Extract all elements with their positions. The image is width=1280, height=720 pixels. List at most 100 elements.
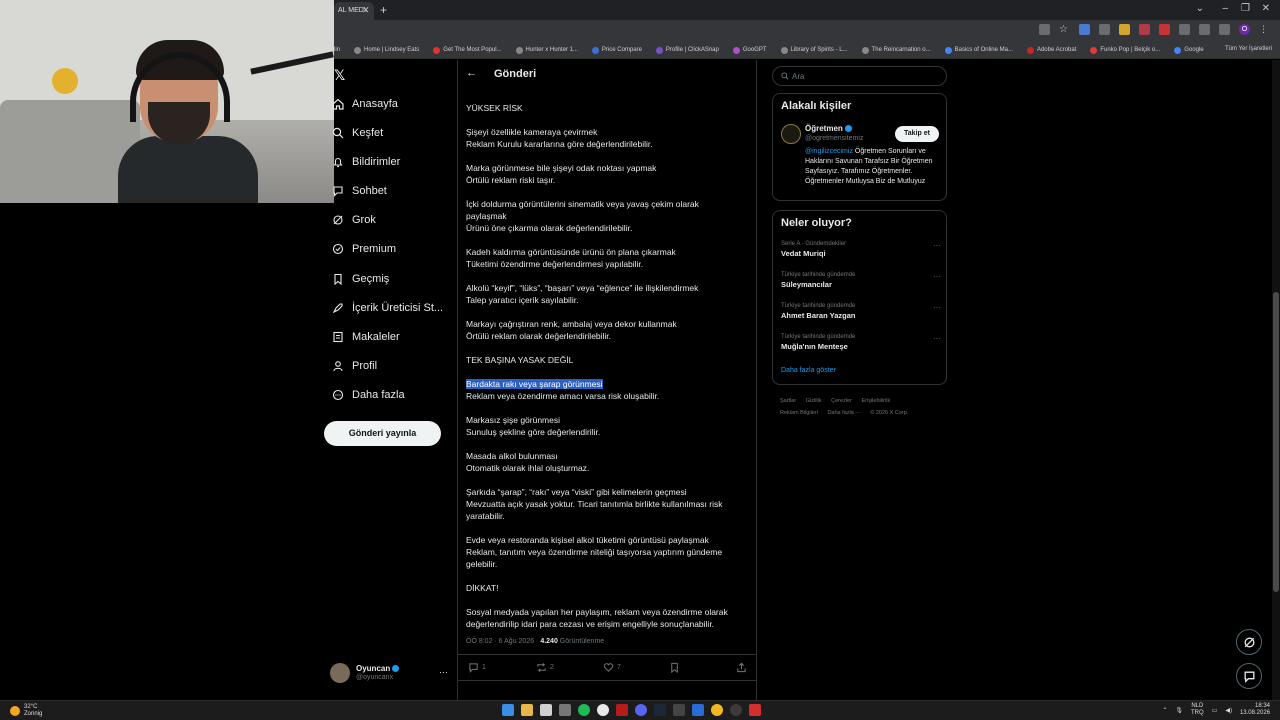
bookmark-item[interactable]: Hunter x Hunter 1... — [515, 46, 578, 54]
app-icon[interactable] — [616, 704, 628, 716]
nav-item-chat[interactable]: Sohbet — [333, 180, 387, 202]
all-bookmarks-link[interactable]: Tüm Yer İşaretleri — [1225, 46, 1272, 52]
menu-icon[interactable]: ⋮ — [1259, 24, 1270, 35]
download-icon[interactable] — [1219, 24, 1230, 35]
extension-icon[interactable] — [1139, 24, 1150, 35]
extensions-puzzle-icon[interactable] — [1179, 24, 1190, 35]
post-timestamp[interactable]: ÖÖ 8:02 · 6 Ağu 2026 · — [466, 638, 540, 645]
post-text-line-selected[interactable]: Bardakta rakı veya şarap görünmesi — [466, 378, 603, 390]
app-icon[interactable] — [692, 704, 704, 716]
address-bar[interactable]: ☆ O ⋮ — [334, 20, 1280, 42]
nav-item-more[interactable]: Daha fazla — [332, 384, 405, 406]
reply-button[interactable]: 1 — [468, 662, 486, 673]
search-input[interactable]: Ara — [772, 66, 947, 86]
bookmark-item[interactable]: Basics of Online Ma... — [944, 46, 1013, 54]
show-more-link[interactable]: Daha fazla göster — [781, 367, 836, 374]
bookmark-item[interactable]: Profile | ClickASnap — [655, 46, 719, 54]
trend-more-icon[interactable]: ··· — [933, 241, 941, 250]
close-tab-icon[interactable]: ✕ — [362, 5, 370, 16]
like-button[interactable]: 7 — [603, 662, 621, 673]
share-button[interactable] — [736, 662, 750, 673]
nav-item-creator-studio[interactable]: İçerik Üreticisi St... — [332, 297, 443, 319]
scrollbar-thumb[interactable] — [1273, 292, 1279, 592]
nav-item-profile[interactable]: Profil — [333, 355, 377, 377]
x-logo-icon[interactable]: 𝕏 — [334, 67, 345, 84]
trend-item[interactable]: Türkiye tarihinde gündemde Muğla'nın Men… — [781, 334, 941, 351]
bookmark-item[interactable]: The Reincarnation o... — [861, 46, 931, 54]
extension-icon[interactable] — [1099, 24, 1110, 35]
messages-float-button[interactable] — [1236, 663, 1262, 689]
bookmark-item[interactable]: Library of Spirits - L... — [780, 46, 848, 54]
avatar[interactable] — [781, 124, 801, 144]
browser-tab[interactable]: AL MEDY ✕ — [334, 2, 374, 20]
spotify-icon[interactable] — [578, 704, 590, 716]
nav-item-grok[interactable]: Grok — [333, 209, 376, 231]
footer-link[interactable]: Çerezler — [831, 398, 852, 404]
discord-icon[interactable] — [635, 704, 647, 716]
bookmark-button[interactable] — [669, 662, 683, 673]
weather-widget[interactable]: 32°C Zonnig — [10, 704, 42, 718]
bookmark-item[interactable]: Google — [1174, 46, 1204, 54]
clock[interactable]: 18:34 13.08.2026 — [1240, 703, 1270, 717]
app-icon[interactable] — [673, 704, 685, 716]
bookmark-item[interactable]: Funko Pop | Belçik o... — [1090, 46, 1160, 54]
obs-icon[interactable] — [730, 704, 742, 716]
network-icon[interactable]: ▭ — [1212, 707, 1218, 714]
star-icon[interactable]: ☆ — [1059, 24, 1070, 35]
footer-link[interactable]: Daha fazla ··· — [827, 410, 860, 416]
page-scrollbar[interactable] — [1272, 60, 1280, 700]
repost-button[interactable]: 2 — [536, 662, 554, 673]
footer-link[interactable]: Şartlar — [780, 398, 796, 404]
nav-item-explore[interactable]: Keşfet — [332, 122, 383, 144]
nav-item-notifications[interactable]: Bildirimler — [333, 151, 400, 173]
xbox-icon[interactable] — [597, 704, 609, 716]
trend-more-icon[interactable]: ··· — [933, 334, 941, 343]
nav-item-home[interactable]: Anasayfa — [332, 93, 398, 115]
nav-item-bookmarks[interactable]: Geçmiş — [334, 268, 389, 290]
extension-icon[interactable] — [1119, 24, 1130, 35]
footer-link[interactable]: Reklam Bilgileri — [780, 410, 818, 416]
grok-float-button[interactable] — [1236, 629, 1262, 655]
app-icon[interactable] — [749, 704, 761, 716]
bookmark-item[interactable]: Get The Most Popul... — [433, 46, 502, 54]
bookmark-item[interactable]: lin — [334, 47, 340, 53]
sidebar-icon[interactable] — [1199, 24, 1210, 35]
minimize-icon[interactable]: – — [1222, 3, 1228, 14]
trend-more-icon[interactable]: ··· — [933, 272, 941, 281]
trend-more-icon[interactable]: ··· — [933, 303, 941, 312]
bookmark-item[interactable]: GooGPT — [732, 46, 767, 54]
back-arrow-icon[interactable]: ← — [466, 67, 477, 79]
nav-item-premium[interactable]: Premium — [332, 238, 396, 260]
related-account-name[interactable]: Öğretmen — [805, 124, 852, 133]
bookmark-item[interactable]: Adobe Acrobat — [1026, 46, 1076, 54]
follow-button[interactable]: Takip et — [895, 126, 939, 142]
trend-item[interactable]: Türkiye tarihinde gündemde Süleymancılar… — [781, 272, 941, 289]
tab-search-icon[interactable]: ⌄ — [1196, 3, 1204, 14]
steam-icon[interactable] — [654, 704, 666, 716]
calendar-icon[interactable] — [559, 704, 571, 716]
file-explorer-icon[interactable] — [521, 704, 533, 716]
close-window-icon[interactable]: ✕ — [1262, 3, 1270, 14]
profile-icon[interactable]: O — [1239, 24, 1250, 35]
new-tab-icon[interactable]: + — [380, 3, 387, 17]
install-icon[interactable] — [1039, 24, 1050, 35]
account-switcher[interactable]: Oyuncan @oyuncanx ··· — [330, 661, 448, 687]
footer-link[interactable]: Gizlilik — [806, 398, 822, 404]
chrome-icon[interactable] — [711, 704, 723, 716]
language-indicator[interactable]: NLD TRQ — [1191, 703, 1204, 717]
volume-icon[interactable]: ◀) — [1225, 707, 1232, 714]
post-button[interactable]: Gönderi yayınla — [324, 421, 441, 446]
account-more-icon[interactable]: ··· — [439, 667, 448, 677]
store-icon[interactable] — [540, 704, 552, 716]
extension-icon[interactable] — [1079, 24, 1090, 35]
extension-icon[interactable] — [1159, 24, 1170, 35]
bookmark-item[interactable]: Price Compare — [591, 46, 642, 54]
chevron-up-icon[interactable]: ⌃ — [1162, 707, 1167, 714]
trend-item[interactable]: Türkiye tarihinde gündemde Ahmet Baran Y… — [781, 303, 941, 320]
maximize-icon[interactable]: ❐ — [1241, 3, 1250, 14]
bookmark-item[interactable]: Home | Lindsey Eats — [354, 46, 419, 54]
footer-link[interactable]: Erişilebilirlik — [861, 398, 890, 404]
mention-link[interactable]: @ingilizcecimiz — [805, 148, 853, 155]
windows-start-icon[interactable] — [502, 704, 514, 716]
trend-item[interactable]: Serie A · Gündemdekiler Vedat Muriqi ··· — [781, 241, 941, 258]
